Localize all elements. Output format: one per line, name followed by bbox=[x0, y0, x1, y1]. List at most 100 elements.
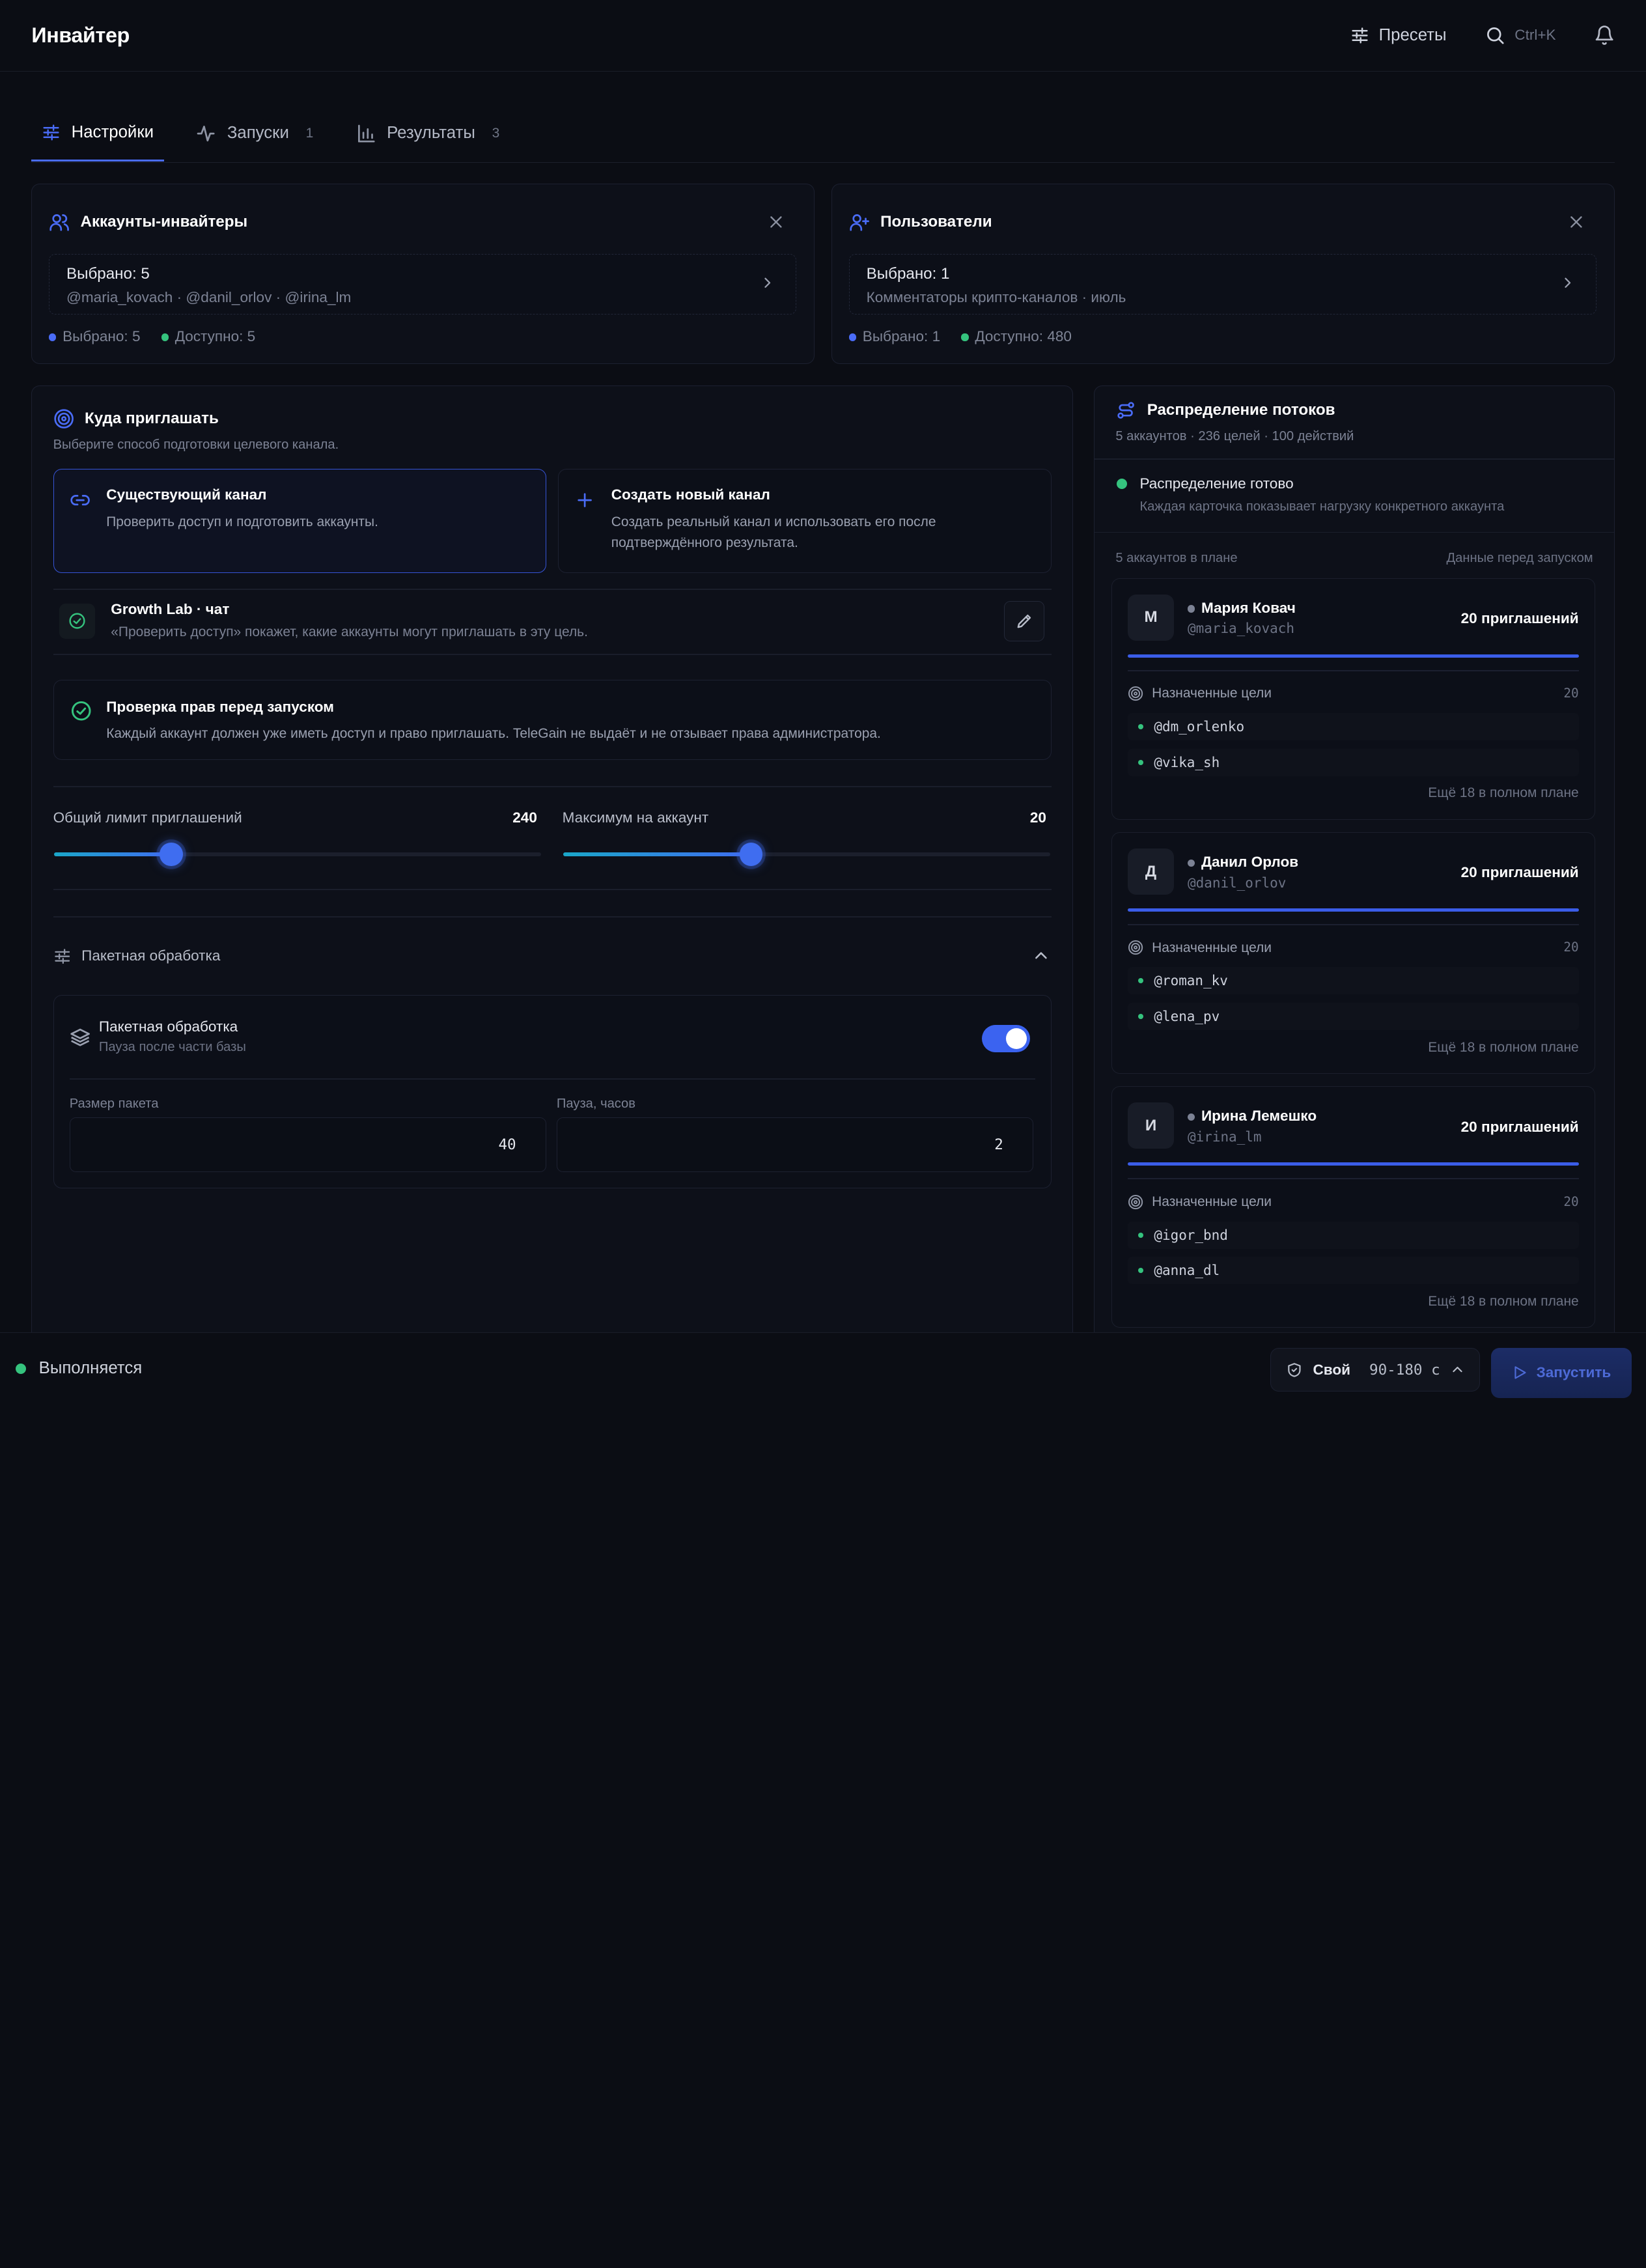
activity-icon bbox=[195, 123, 216, 144]
divider bbox=[1095, 458, 1614, 460]
account-card[interactable]: Д Данил Орлов @danil_orlov 20 приглашени… bbox=[1111, 832, 1595, 1074]
search-icon bbox=[1485, 25, 1505, 46]
account-card[interactable]: И Ирина Лемешко @irina_lm 20 приглашений… bbox=[1111, 1086, 1595, 1328]
targets-header: Назначенные цели bbox=[1128, 940, 1272, 955]
limit-per-label: Максимум на аккаунт bbox=[562, 809, 709, 826]
tab-results[interactable]: Результаты 3 bbox=[345, 105, 510, 161]
tab-runs[interactable]: Запуски 1 bbox=[185, 105, 324, 161]
plan-label: 5 аккаунтов в плане bbox=[1115, 550, 1238, 565]
divider bbox=[1128, 1178, 1579, 1180]
users-clear-button[interactable] bbox=[1568, 214, 1585, 231]
avatar: Д bbox=[1128, 848, 1175, 895]
load-bar bbox=[1128, 654, 1579, 658]
option-new-channel[interactable]: Создать новый канал Создать реальный кан… bbox=[558, 469, 1052, 573]
stat-selected: Выбрано: 5 bbox=[49, 328, 141, 345]
account-invites: 20 приглашений bbox=[1460, 610, 1579, 627]
rights-desc: Каждый аккаунт должен уже иметь доступ и… bbox=[106, 726, 881, 742]
close-icon bbox=[1568, 214, 1585, 231]
inviters-title: Аккаунты-инвайтеры bbox=[80, 213, 248, 231]
inviters-selector[interactable]: Выбрано: 5 @maria_kovach · @danil_orlov … bbox=[49, 253, 797, 315]
batch-size-label: Размер пакета bbox=[69, 1096, 159, 1111]
stat-available: Доступно: 5 bbox=[161, 328, 255, 345]
batch-sub: Пауза после части базы bbox=[98, 1039, 246, 1054]
inviters-clear-button[interactable] bbox=[768, 214, 785, 231]
search-button[interactable]: Ctrl+K bbox=[1485, 25, 1556, 46]
users-selector[interactable]: Выбрано: 1 Комментаторы крипто-каналов ·… bbox=[848, 253, 1597, 315]
tab-label: Результаты bbox=[387, 124, 475, 143]
notifications-button[interactable] bbox=[1594, 25, 1615, 46]
target-item: @igor_bnd bbox=[1128, 1221, 1579, 1249]
slider-thumb[interactable] bbox=[739, 843, 762, 866]
divider bbox=[53, 653, 1052, 655]
divider bbox=[69, 1078, 1035, 1080]
inviters-header: Аккаунты-инвайтеры bbox=[49, 212, 247, 232]
account-card[interactable]: М Мария Ковач @maria_kovach 20 приглашен… bbox=[1111, 578, 1595, 820]
ready-desc: Каждая карточка показывает нагрузку конк… bbox=[1139, 499, 1505, 514]
target-item: @lena_pv bbox=[1128, 1003, 1579, 1031]
link-icon bbox=[70, 490, 91, 511]
inviters-card: Аккаунты-инвайтеры Выбрано: 5 @maria_kov… bbox=[31, 184, 815, 365]
limit-total-slider[interactable] bbox=[54, 843, 542, 866]
app-root: Инвайтер Пресеты Ctrl+K Настройки Запуск… bbox=[0, 0, 1646, 1407]
pencil-icon bbox=[1015, 611, 1034, 630]
edit-channel-button[interactable] bbox=[1004, 601, 1044, 641]
option-desc: Создать реальный канал и использовать ег… bbox=[611, 514, 936, 550]
status-text: Выполняется bbox=[38, 1359, 143, 1378]
stat-available: Доступно: 480 bbox=[961, 328, 1072, 345]
account-handle: @irina_lm bbox=[1187, 1128, 1262, 1145]
mode-label: Свой bbox=[1313, 1361, 1350, 1378]
option-existing-channel[interactable]: Существующий канал Проверить доступ и по… bbox=[53, 469, 547, 573]
inviters-selected: Выбрано: 5 bbox=[66, 264, 150, 283]
load-bar bbox=[1128, 1162, 1579, 1166]
batch-section-toggle[interactable]: Пакетная обработка bbox=[53, 945, 1052, 966]
targets-header: Назначенные цели bbox=[1128, 686, 1272, 701]
presets-label: Пресеты bbox=[1378, 25, 1447, 44]
slider-fill bbox=[54, 852, 171, 857]
batch-section-label: Пакетная обработка bbox=[81, 947, 221, 964]
layers-icon bbox=[70, 1027, 91, 1048]
pause-input[interactable] bbox=[556, 1117, 1033, 1172]
batch-toggle[interactable] bbox=[981, 1025, 1031, 1052]
presets-button[interactable]: Пресеты bbox=[1350, 25, 1447, 45]
chevron-right-icon bbox=[1560, 275, 1575, 290]
distribution-header: Распределение потоков bbox=[1115, 400, 1335, 421]
run-button[interactable]: Запустить bbox=[1490, 1347, 1632, 1399]
option-desc: Проверить доступ и подготовить аккаунты. bbox=[106, 514, 378, 529]
tab-settings[interactable]: Настройки bbox=[31, 105, 165, 162]
sliders-icon bbox=[1350, 26, 1369, 45]
divider bbox=[1095, 531, 1614, 533]
target-icon bbox=[53, 408, 74, 429]
target-icon bbox=[1128, 686, 1143, 701]
invite-subtitle: Выберите способ подготовки целевого кана… bbox=[53, 437, 339, 452]
user-plus-icon bbox=[849, 212, 870, 232]
avatar: И bbox=[1128, 1102, 1175, 1149]
option-title: Создать новый канал bbox=[611, 486, 770, 503]
tab-count: 1 bbox=[305, 125, 314, 141]
slider-thumb[interactable] bbox=[160, 843, 183, 866]
tab-bar: Настройки Запуски 1 Результаты 3 bbox=[31, 105, 1615, 163]
rights-check-box: Проверка прав перед запуском Каждый акка… bbox=[53, 680, 1052, 760]
targets-count: 20 bbox=[1563, 686, 1579, 701]
limit-per-value: 20 bbox=[1029, 809, 1046, 826]
tab-count: 3 bbox=[492, 125, 500, 141]
toggle-knob bbox=[1006, 1028, 1027, 1050]
ready-title: Распределение готово bbox=[1139, 475, 1294, 492]
target-item: @anna_dl bbox=[1128, 1257, 1579, 1285]
ready-dot bbox=[1116, 478, 1128, 489]
route-icon bbox=[1115, 400, 1136, 421]
plan-note: Данные перед запуском bbox=[1446, 550, 1593, 565]
divider bbox=[53, 588, 1052, 590]
option-title: Существующий канал bbox=[106, 486, 267, 503]
more-targets: Ещё 18 в полном плане bbox=[1428, 1293, 1579, 1309]
invite-panel: Куда приглашать Выберите способ подготов… bbox=[31, 385, 1073, 1373]
divider bbox=[1128, 670, 1579, 671]
batch-size-input[interactable] bbox=[69, 1117, 546, 1172]
limit-per-slider[interactable] bbox=[563, 843, 1051, 866]
account-invites: 20 приглашений bbox=[1460, 1118, 1579, 1135]
mode-selector[interactable]: Свой 90-180 с bbox=[1270, 1347, 1481, 1392]
batch-panel: Пакетная обработка Пауза после части баз… bbox=[53, 994, 1052, 1188]
account-handle: @maria_kovach bbox=[1187, 621, 1294, 637]
targets-header: Назначенные цели bbox=[1128, 1194, 1272, 1210]
slider-fill bbox=[563, 852, 751, 857]
limit-total-label: Общий лимит приглашений bbox=[53, 809, 242, 826]
